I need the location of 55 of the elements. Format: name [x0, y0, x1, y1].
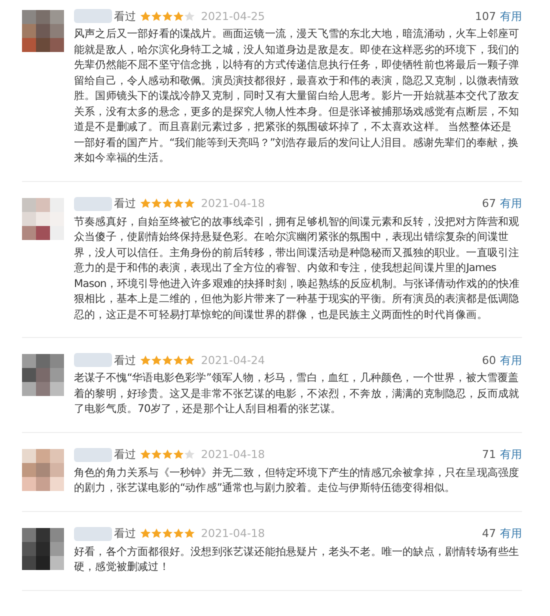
vote-count: 67 [482, 197, 496, 210]
star-icon [162, 198, 173, 209]
review-text: 好看，各个方面都很好。没想到张艺谋还能拍悬疑片，老头不老。唯一的缺点，剧情转场有些生硬，感觉被删减过！ [74, 544, 520, 575]
star-icon [140, 10, 151, 22]
review-date: 2021-04-18 [201, 197, 265, 210]
star-icon [184, 10, 195, 22]
star-icon [184, 528, 195, 539]
star-icon [140, 198, 151, 209]
watched-label: 看过 [114, 196, 136, 211]
useful-link[interactable]: 有用 [500, 526, 522, 541]
useful-link[interactable]: 有用 [500, 447, 522, 462]
star-icon [140, 354, 151, 366]
star-icon [173, 354, 184, 366]
blurred-username [74, 526, 112, 540]
star-icon [184, 449, 195, 460]
watched-label: 看过 [114, 447, 136, 462]
review-date: 2021-04-24 [201, 354, 265, 366]
star-icon [151, 449, 162, 460]
star-icon [162, 528, 173, 539]
star-icon [173, 10, 184, 22]
watched-label: 看过 [114, 526, 136, 541]
star-icon [162, 354, 173, 366]
blurred-username [74, 9, 112, 23]
star-icon [173, 449, 184, 460]
vote-count: 47 [482, 527, 496, 540]
star-icon [151, 10, 162, 22]
review-text: 风声之后又一部好看的谍战片。画面运镜一流，漫天飞雪的东北大地，暗流涌动，火车上邻座可能就是敌人，哈尔滨化身特工之城，没人知道身边是敌是友。即使在这样恶劣的环境下，我们的先辈仍然能不屈不坚守信念挑，以特有的方式传递信息执行任务，即使牺牲前也将最后一颗子弹留给自己，令人感动和敬佩。演员演技都很好，最喜欢于和伟的表演，隐忍又克制，以微表情致胜。国师镜头下的谍战冷静又克制，同时又有大量留白给人思考。影片一开始就基本交代了敌友关系，没有太多的悬念，更多的是探究人物人性本身。但是张译被捕那场戏感觉有点断层，不知道是不是删减了。而且喜剧元素过多，把紧张的氛围破坏掉了，不太喜欢这样。 当然整体还是一部好看的国产片。“我们能等到天亮吗？”刘浩存最后的发问让人泪目。感谢先辈们的奉献，换来如今幸福的生活。 [74, 27, 520, 166]
watched-label: 看过 [114, 352, 136, 368]
star-icon [140, 528, 151, 539]
star-icon [151, 198, 162, 209]
useful-link[interactable]: 有用 [500, 8, 522, 24]
star-icon [162, 449, 173, 460]
star-icon [162, 10, 173, 22]
useful-link[interactable]: 有用 [500, 352, 522, 368]
star-icon [184, 354, 195, 366]
blurred-username [74, 353, 112, 367]
blurred-username [74, 196, 112, 210]
vote-count: 71 [482, 448, 496, 461]
watched-label: 看过 [114, 8, 136, 24]
vote-count: 60 [482, 354, 496, 366]
blurred-username [74, 448, 112, 462]
vote-count: 107 [475, 10, 496, 22]
review-text: 角色的角力关系与《一秒钟》并无二致，但特定环境下产生的情感冗余被拿掉，只在呈现高强度的剧力，张艺谋电影的“动作感”通常也与剧力胶着。走位与伊斯特伍德变得相似。 [74, 466, 520, 496]
review-date: 2021-04-18 [201, 448, 265, 461]
review-text: 老谋子不愧“华语电影色彩学”领军人物，杉马，雪白，血红，几种颜色，一个世界，被大雪覆盖着的黎明，好珍贵。这又是非常不张艺谋的电影，不浓烈，不奔放，满满的克制隐忍，反而成就了电影气质。70岁了，还是那个让人刮目相看的张艺谋。 [74, 371, 520, 417]
star-icon [184, 198, 195, 209]
review-date: 2021-04-18 [201, 527, 265, 540]
review-text: 节奏感真好，自始至终被它的故事线牵引，拥有足够机智的间谍元素和反转，没把对方阵营和观众当傻子，使剧情始终保持悬疑色彩。在哈尔滨幽闭紧张的氛围中，表现出错综复杂的间谍世界，没人可以信任。主角身份的前后转移，带出间谍活动是种隐秘而又孤独的职业。一直吸引注意力的是于和伟的表演，表现出了全方位的睿智、内敛和专注，使我想起间谍片里的James Mason，环境引导他进入许多艰难的抉择时刻，唤起熟练的反应机制。与张译倩动作戏的的快准狠相比，基本上是二维的，但他为影片带来了一种基于现实的平衡。所有演员的表演都是低调隐忍的，这正是不可轻易打草惊蛇的间谍世界的群像，也是民族主义两面性的时代肖像画。 [74, 214, 521, 322]
review-date: 2021-04-25 [201, 10, 265, 22]
star-icon [140, 449, 151, 460]
star-icon [151, 354, 162, 366]
star-icon [151, 528, 162, 539]
star-icon [173, 528, 184, 539]
useful-link[interactable]: 有用 [500, 196, 522, 211]
star-icon [173, 198, 184, 209]
